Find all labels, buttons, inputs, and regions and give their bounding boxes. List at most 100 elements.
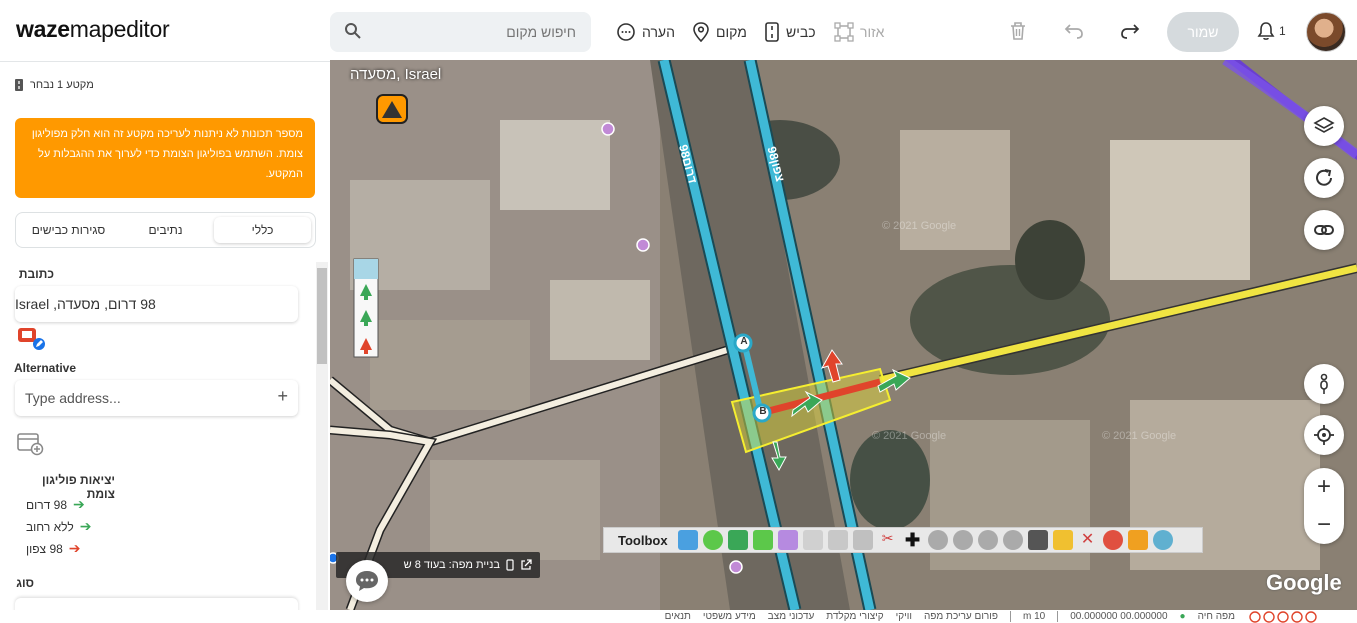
broom-icon[interactable] — [1052, 530, 1073, 550]
save-button[interactable]: שמור — [1167, 12, 1239, 52]
divider — [1057, 611, 1059, 622]
notifications-button[interactable]: 1 — [1256, 21, 1286, 41]
area-button[interactable]: אזור — [834, 20, 884, 44]
map-canvas[interactable]: 98דרום 98צפון A B © 2021 Google © 2021 G… — [330, 60, 1357, 610]
footer-link-wiki[interactable]: וויקי — [896, 611, 912, 622]
crosshair-icon — [1314, 425, 1334, 445]
refresh-button[interactable] — [1304, 158, 1344, 198]
place-label: מקום — [716, 24, 747, 40]
footer-link-status[interactable]: עדכוני מצב — [768, 611, 814, 622]
segment-tabs: כללי סגירות כבישים נתיבים — [15, 212, 316, 248]
selection-title: מקטע 1 נבחר — [30, 79, 94, 91]
coordinates: 00.000000 00.000000 — [1070, 611, 1168, 622]
waze-logo[interactable]: wazemapeditor — [16, 16, 170, 43]
scale-label: 10 m — [1022, 611, 1046, 622]
face-icon[interactable] — [1152, 530, 1173, 550]
map-watermark: © 2021 Google — [1102, 430, 1177, 442]
shape-icon[interactable] — [1027, 530, 1048, 550]
exit-row[interactable]: ➔ ללא רחוב — [26, 518, 91, 535]
phone-icon — [506, 559, 514, 571]
google-logo: Google — [1266, 570, 1342, 595]
top-bar: wazemapeditor הערה מקום כביש אזור שמור 1 — [0, 0, 1357, 62]
person-icon — [1320, 373, 1328, 394]
tab-lanes[interactable]: נתיבים — [117, 217, 214, 243]
notification-count: 1 — [1279, 24, 1286, 38]
exit-row[interactable]: ➔ 98 צפון — [26, 540, 81, 557]
search-input[interactable] — [370, 20, 576, 44]
zoom-out-button[interactable]: − — [1304, 506, 1344, 544]
edit-address-icon[interactable] — [16, 326, 46, 352]
sidebar-scrollbar[interactable] — [316, 262, 328, 610]
chat-button[interactable] — [346, 560, 388, 602]
zoom-in-button[interactable]: + — [1304, 468, 1344, 506]
arrow-right-icon: ➔ — [79, 518, 92, 534]
calendar-add-icon[interactable] — [16, 430, 44, 456]
locate-button[interactable] — [1304, 415, 1344, 455]
scrollbar-thumb[interactable] — [317, 268, 327, 364]
footer-link-shortcuts[interactable]: קיצורי מקלדת — [826, 611, 883, 622]
layers-button[interactable] — [1304, 106, 1344, 146]
check-green-icon[interactable] — [752, 530, 773, 550]
delete-x-icon[interactable]: ✕ — [1077, 530, 1098, 550]
divider — [1009, 611, 1011, 622]
road-button[interactable]: כביש — [764, 20, 816, 44]
cross-icon[interactable]: ✚ — [902, 530, 923, 550]
collapse-toolbox-icon[interactable] — [677, 530, 698, 550]
polygon-warning: מספר תכונות לא ניתנות לעריכה מקטע זה הוא… — [15, 118, 315, 198]
alternative-label: Alternative — [14, 361, 77, 375]
search-box[interactable] — [330, 12, 591, 52]
check-purple-icon[interactable] — [777, 530, 798, 550]
exit-label: 98 צפון — [26, 541, 63, 556]
add-alternative-icon[interactable]: + — [277, 386, 288, 407]
permalink-button[interactable] — [1304, 210, 1344, 250]
tab-general[interactable]: כללי — [214, 217, 311, 243]
alternative-address-field[interactable]: Type address... + — [15, 380, 298, 416]
undo-icon[interactable] — [1063, 21, 1085, 41]
roundabout-icon[interactable] — [927, 530, 948, 550]
cut-icon[interactable]: ✂ — [877, 530, 898, 550]
sidebar: מקטע 1 נבחר מספר תכונות לא ניתנות לעריכה… — [0, 62, 330, 610]
ruler-icon[interactable] — [802, 530, 823, 550]
tab-closures[interactable]: סגירות כבישים — [20, 217, 117, 243]
footer-link-terms[interactable]: תנאים — [665, 611, 691, 622]
road-icon — [765, 22, 779, 42]
exit-row[interactable]: ➔ 98 דרום — [26, 496, 85, 513]
roundabout-icon[interactable] — [952, 530, 973, 550]
waze-pin-icon: ● — [1179, 611, 1186, 622]
exit-label: 98 דרום — [26, 497, 68, 512]
comment-label: הערה — [642, 24, 675, 40]
status-bar: מפה חיה ● 00.000000 00.000000 10 m פורום… — [330, 610, 1357, 623]
place-button[interactable]: מקום — [692, 20, 747, 44]
clock-icon[interactable] — [1102, 530, 1123, 550]
road-label-south: 98דרום — [676, 143, 699, 185]
copy-icon[interactable] — [852, 530, 873, 550]
address-field[interactable]: 98 דרום, מסעדה, Israel — [15, 286, 298, 322]
redo-icon[interactable] — [1119, 21, 1141, 41]
avatar[interactable] — [1306, 12, 1346, 52]
build-status-text: בניית מפה: בעוד 8 ש — [403, 559, 500, 571]
comment-button[interactable]: הערה — [616, 20, 675, 44]
live-map-link[interactable]: מפה חיה — [1198, 611, 1235, 622]
selection-header: מקטע 1 נבחר — [14, 78, 94, 92]
roundabout-icon[interactable] — [1002, 530, 1023, 550]
link-icon — [1314, 225, 1334, 235]
diamond-icon[interactable] — [1127, 530, 1148, 550]
external-link-icon[interactable] — [520, 559, 532, 571]
footer-link-legal[interactable]: מידע משפטי — [703, 611, 756, 622]
table-icon[interactable] — [827, 530, 848, 550]
delete-icon[interactable] — [1009, 21, 1027, 41]
node-b-label: B — [759, 406, 767, 417]
type-dropdown[interactable] — [15, 598, 298, 610]
lock-icon[interactable] — [727, 530, 748, 550]
street-view-button[interactable] — [1304, 364, 1344, 404]
map-location-label: מסעדה, Israel — [350, 66, 442, 83]
toolbox: Toolbox ✂ ✚ ✕ — [603, 527, 1203, 553]
power-icon[interactable] — [702, 530, 723, 550]
toolbox-title[interactable]: Toolbox — [604, 533, 678, 548]
roundabout-icon[interactable] — [977, 530, 998, 550]
svg-text:98צפון: 98צפון — [764, 145, 787, 183]
arrow-right-icon: ➔ — [68, 540, 81, 556]
area-icon — [834, 22, 854, 42]
address-label: כתובת — [18, 267, 54, 281]
footer-link-forum[interactable]: פורום עריכת מפה — [924, 611, 998, 622]
